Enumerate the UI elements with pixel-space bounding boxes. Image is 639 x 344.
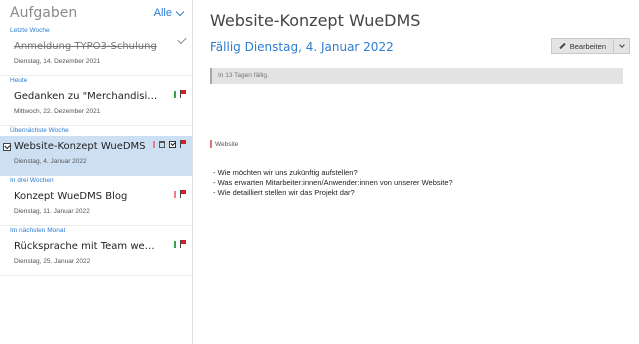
trash-icon[interactable] — [159, 140, 165, 148]
filter-dropdown[interactable]: Alle — [153, 7, 185, 19]
category-color-swatch — [210, 140, 212, 148]
complete-checkbox[interactable] — [3, 143, 11, 151]
task-icons — [177, 34, 187, 45]
edit-label: Bearbeiten — [569, 41, 606, 51]
category-label: Website — [215, 140, 239, 148]
chevron-down-icon — [175, 7, 185, 16]
flag-icon[interactable] — [180, 240, 186, 248]
task-title: Rücksprache mit Team wegen Conte... — [14, 241, 160, 252]
task-date: Mittwoch, 22. Dezember 2021 — [14, 108, 101, 115]
mark-complete-icon[interactable] — [169, 140, 176, 148]
task-item[interactable]: Anmeldung TYPO3-Schulung Dienstag, 14. D… — [0, 34, 192, 76]
edit-button-group: Bearbeiten — [550, 38, 630, 54]
task-title: Website-Konzept WueDMS — [14, 141, 146, 152]
checkmark-icon[interactable] — [177, 34, 187, 45]
note-line: - Was erwarten Mitarbeiter:innen/Anwende… — [213, 178, 453, 187]
task-icons — [153, 140, 186, 148]
flag-icon[interactable] — [180, 90, 186, 98]
task-icons — [174, 240, 186, 248]
category-green-icon — [174, 90, 176, 98]
task-date: Dienstag, 25. Januar 2022 — [14, 258, 91, 265]
due-info-bar: In 13 Tagen fällig. — [210, 68, 623, 84]
task-title: Konzept WueDMS Blog — [14, 191, 128, 202]
task-icons — [174, 190, 186, 198]
task-title: Anmeldung TYPO3-Schulung — [14, 41, 157, 52]
flag-icon[interactable] — [180, 190, 186, 198]
task-sidebar: Aufgaben Alle Letzte Woche Anmeldung TYP… — [0, 0, 193, 344]
flag-icon[interactable] — [180, 140, 186, 148]
pencil-icon — [559, 42, 566, 50]
task-icons — [174, 90, 186, 98]
task-item[interactable]: Konzept WueDMS Blog Dienstag, 11. Januar… — [0, 186, 192, 226]
filter-label: Alle — [153, 7, 172, 19]
sidebar-title: Aufgaben — [10, 5, 78, 21]
category-tag: Website — [210, 140, 238, 148]
category-red-icon — [174, 190, 176, 198]
task-item-selected[interactable]: Website-Konzept WueDMS Dienstag, 4. Janu… — [0, 136, 192, 176]
task-item[interactable]: Rücksprache mit Team wegen Conte... Dien… — [0, 236, 192, 276]
due-date: Fällig Dienstag, 4. Januar 2022 — [210, 40, 394, 54]
category-red-icon — [153, 140, 155, 148]
group-label-last-week: Letzte Woche — [10, 27, 50, 34]
sidebar-header: Aufgaben Alle — [0, 0, 192, 26]
task-date: Dienstag, 11. Januar 2022 — [14, 208, 90, 215]
edit-menu-button[interactable] — [614, 39, 629, 53]
task-date: Dienstag, 14. Dezember 2021 — [14, 58, 101, 65]
group-label-next-month: Im nächsten Monat — [10, 227, 66, 234]
task-notes: - Wie möchten wir uns zukünftig aufstell… — [213, 168, 453, 198]
group-label-week-after-next: Übernächste Woche — [10, 127, 69, 134]
group-label-today: Heute — [10, 77, 28, 84]
task-item[interactable]: Gedanken zu "Merchandising" mach... Mitt… — [0, 86, 192, 126]
note-line: - Wie detailliert stellen wir das Projek… — [213, 188, 355, 197]
category-green-icon — [174, 240, 176, 248]
chevron-down-icon — [618, 42, 625, 48]
note-line: - Wie möchten wir uns zukünftig aufstell… — [213, 168, 358, 177]
task-detail-pane: Website-Konzept WueDMS Fällig Dienstag, … — [193, 0, 639, 344]
group-label-in-three-weeks: In drei Wochen — [10, 177, 54, 184]
task-detail-title: Website-Konzept WueDMS — [210, 11, 421, 30]
task-date: Dienstag, 4. Januar 2022 — [14, 158, 87, 165]
task-title: Gedanken zu "Merchandising" mach... — [14, 91, 160, 102]
edit-button[interactable]: Bearbeiten — [552, 39, 614, 53]
